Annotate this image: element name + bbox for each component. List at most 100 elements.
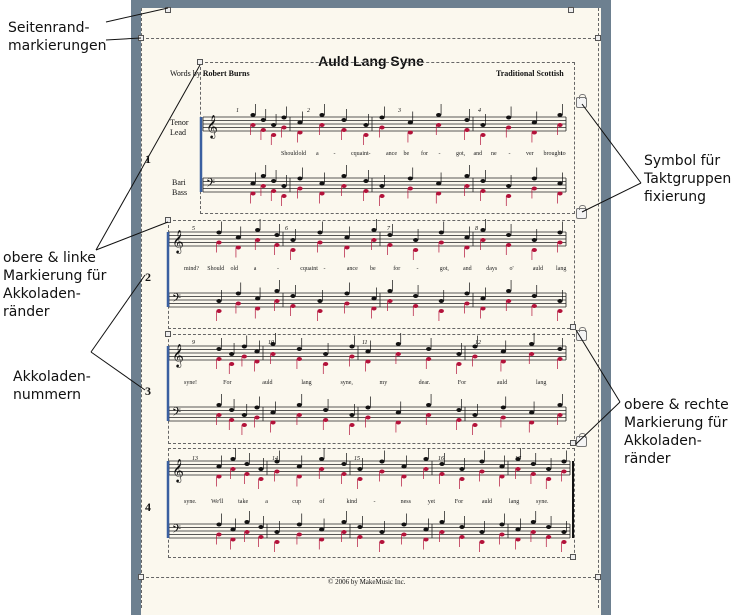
note-head <box>281 125 287 130</box>
lyric-syllable: Should <box>207 266 225 272</box>
callout-page-margins: Seitenrand- markierungen <box>8 19 106 55</box>
note-head <box>216 299 222 303</box>
note-head <box>438 309 444 313</box>
note-head <box>557 240 563 245</box>
note-head <box>216 230 222 235</box>
lyric-syllable: syne! <box>184 380 197 386</box>
note-head <box>480 296 486 301</box>
lyric-syllable: - <box>277 266 279 272</box>
note-head <box>379 194 385 198</box>
lyric-syllable: for <box>393 266 401 272</box>
note-head <box>216 347 222 351</box>
note-head <box>379 184 385 188</box>
note-head <box>395 410 401 415</box>
note-head <box>499 522 505 527</box>
lyric-syllable: ness <box>400 499 411 505</box>
note-head <box>296 522 302 527</box>
note-head <box>255 228 261 232</box>
note-head <box>479 469 485 474</box>
note-head <box>456 362 462 366</box>
note-head <box>319 123 325 127</box>
note-head <box>323 418 329 422</box>
callout-leader-line <box>105 7 169 23</box>
treble-clef-icon: 𝄞 <box>206 114 218 139</box>
note-head <box>244 530 250 534</box>
note-head <box>271 179 277 183</box>
note-head <box>319 537 325 542</box>
note-head <box>235 291 241 296</box>
bass-clef-icon: 𝄢 <box>172 523 181 539</box>
lyric-syllable: - <box>323 266 326 272</box>
note-head <box>379 540 385 544</box>
note-head <box>274 540 280 544</box>
lyric-syllable: auld <box>481 499 493 505</box>
note-head <box>459 477 465 481</box>
note-head <box>561 530 567 534</box>
note-head <box>317 240 323 245</box>
note-head <box>472 344 478 349</box>
note-head <box>270 410 276 415</box>
note-head <box>439 462 445 466</box>
note-head <box>480 133 486 137</box>
treble-clef-icon: 𝄞 <box>172 229 184 254</box>
note-head <box>387 299 393 303</box>
note-head <box>557 347 563 351</box>
note-head <box>296 403 302 407</box>
lyric-syllable: lang <box>536 380 547 386</box>
notation-layer: 𝄞 𝄢 𝄞 𝄢 𝄞 𝄢 𝄞 𝄢 <box>90 7 642 552</box>
callout-leader-line <box>581 182 642 213</box>
note-head <box>319 191 325 196</box>
note-head <box>546 477 552 481</box>
note-head <box>407 130 413 135</box>
note-head <box>270 342 276 346</box>
note-head <box>216 474 222 479</box>
note-head <box>530 472 536 476</box>
callout-line: Akkoladen- <box>13 369 91 385</box>
note-head <box>557 413 563 417</box>
note-head <box>341 184 347 188</box>
note-head <box>413 294 419 298</box>
callout-line: markierungen <box>8 38 107 54</box>
note-head <box>250 123 256 127</box>
note-head <box>216 413 222 417</box>
callout-leader-line <box>95 221 169 251</box>
lyric-syllable: cup <box>292 499 301 505</box>
note-head <box>530 462 536 466</box>
note-head <box>319 467 325 471</box>
lyric-syllable: ance <box>346 266 358 272</box>
note-head <box>515 527 521 532</box>
note-head <box>499 464 505 469</box>
note-head <box>529 420 535 425</box>
lyric-syllable: syne, <box>340 380 353 386</box>
note-head <box>254 359 260 364</box>
treble-clef-icon: 𝄞 <box>172 458 184 483</box>
note-head <box>387 289 393 293</box>
note-head <box>464 118 470 122</box>
note-head <box>506 115 512 120</box>
note-head <box>258 467 264 471</box>
note-head <box>423 457 429 461</box>
note-head <box>357 467 363 471</box>
note-head <box>317 230 323 235</box>
note-head <box>557 113 563 117</box>
lyric-syllable: o' <box>509 266 514 272</box>
note-head <box>479 530 485 534</box>
note-head <box>456 408 462 412</box>
note-head <box>530 530 536 534</box>
callout-line: Symbol für <box>644 153 721 169</box>
lyric-syllable: auld <box>496 380 508 386</box>
note-head <box>546 535 552 539</box>
note-head <box>349 354 355 359</box>
lyric-syllable: got, <box>456 151 466 157</box>
note-head <box>296 532 302 537</box>
lyric-syllable: ne <box>491 151 497 157</box>
note-head <box>529 410 535 415</box>
note-head <box>472 354 478 359</box>
note-head <box>395 420 401 425</box>
note-head <box>413 238 419 242</box>
note-head <box>506 125 512 130</box>
lyric-syllable: of <box>319 499 325 505</box>
note-head <box>230 467 236 471</box>
note-head <box>271 133 277 137</box>
callout-lock-symbol: Symbol für Taktgruppen fixierung <box>644 152 731 206</box>
